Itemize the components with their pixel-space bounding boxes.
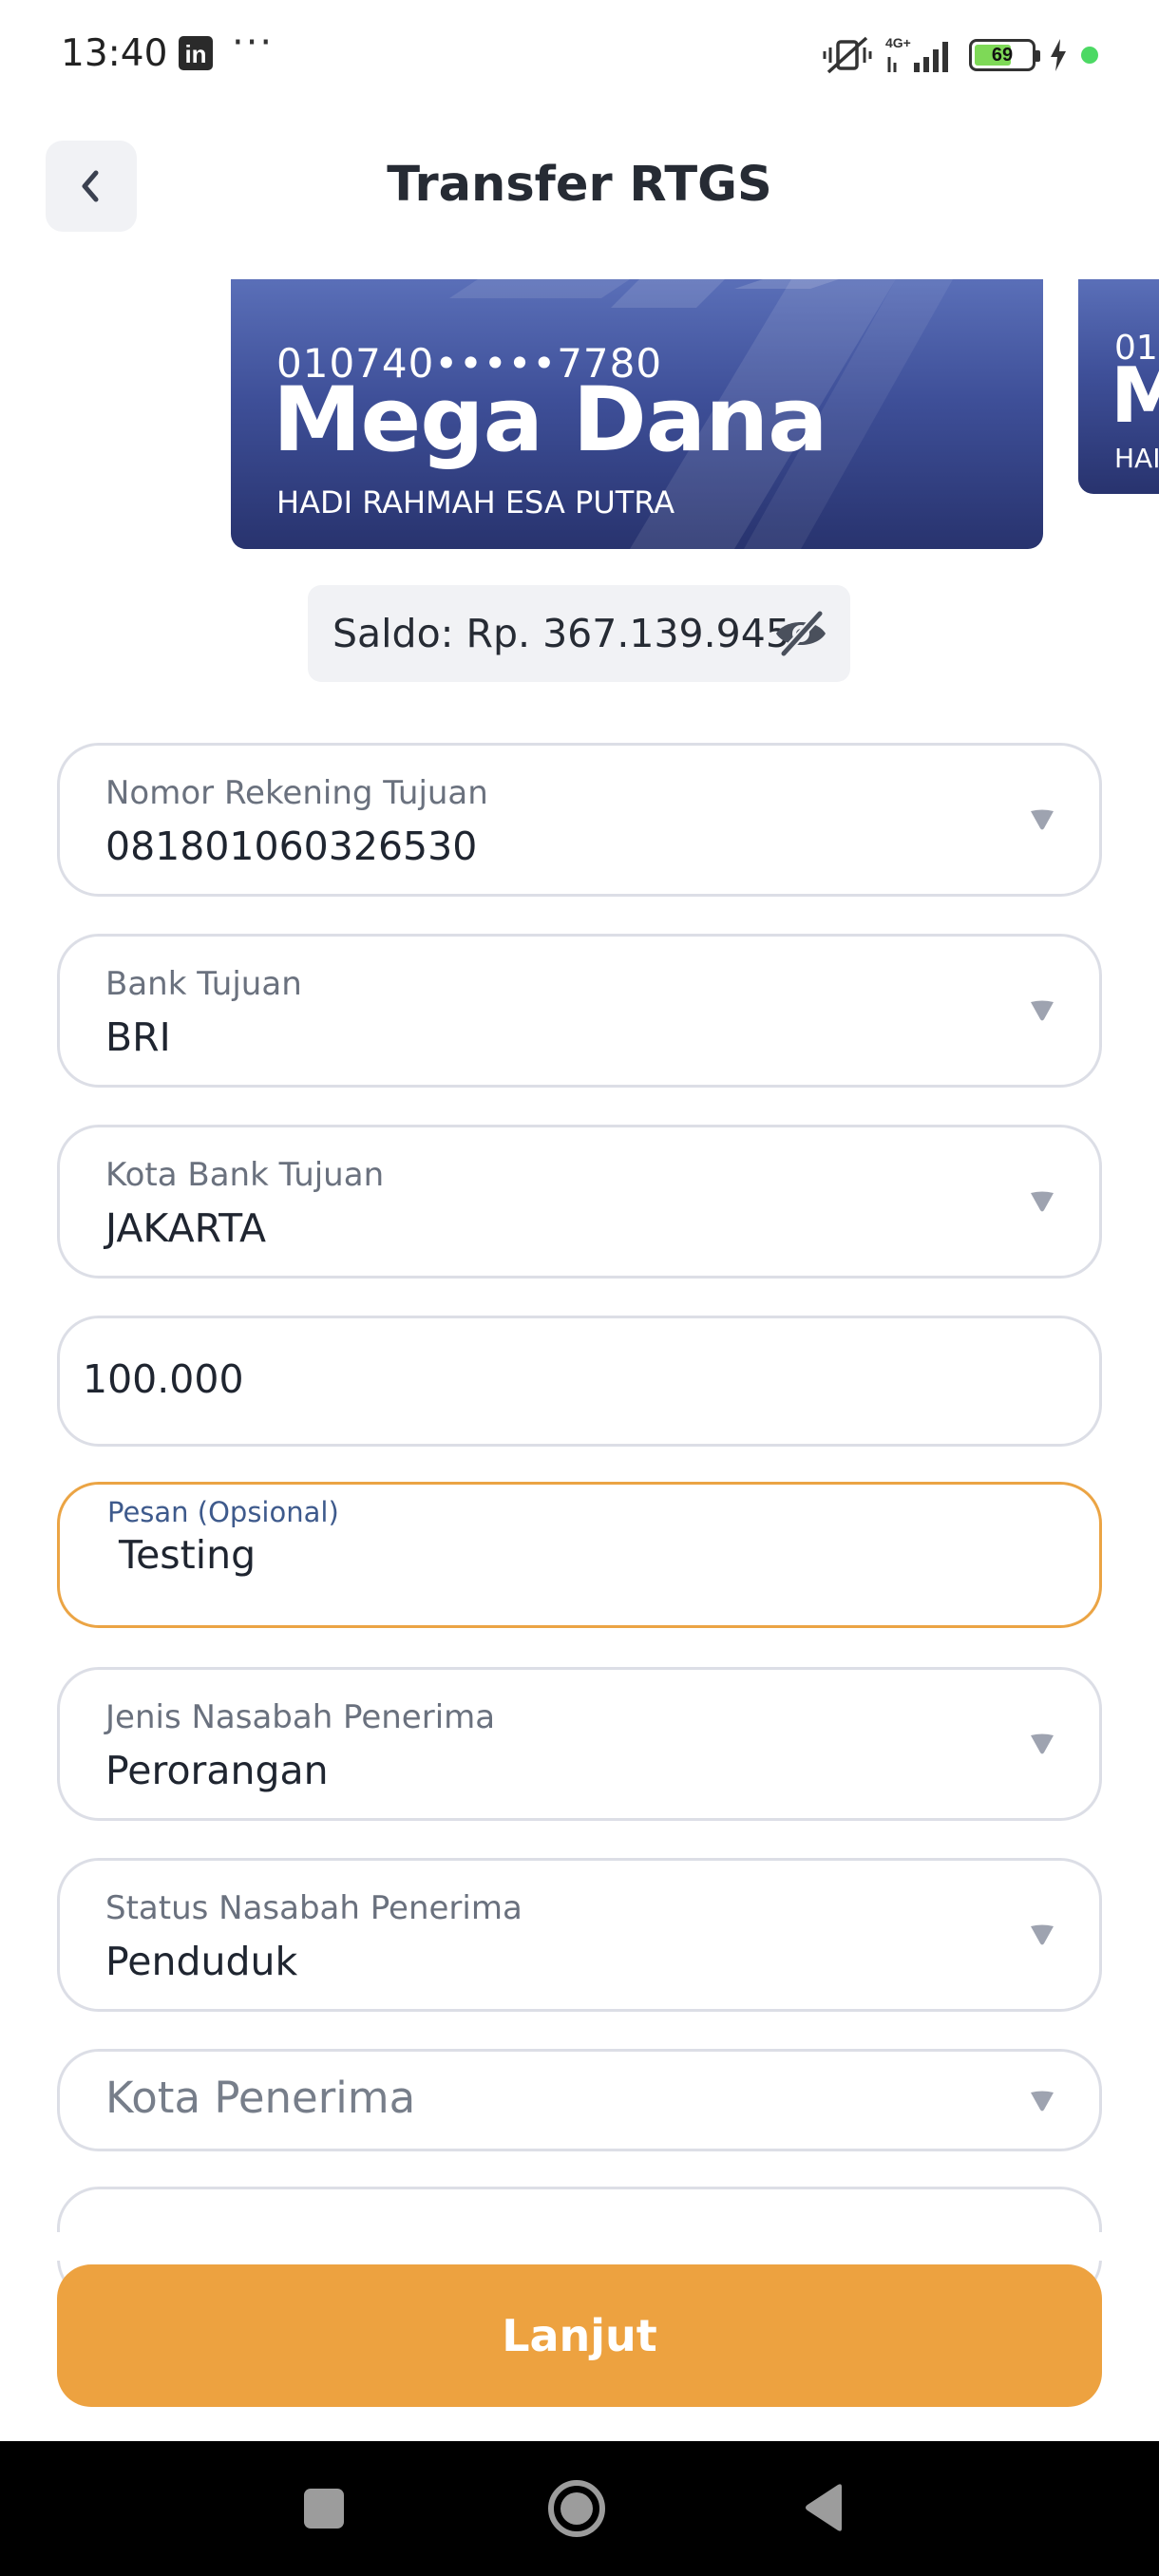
card-holder-name: HADI RAHMAH ESA PUTRA: [276, 484, 675, 521]
field-value: 081801060326530: [105, 824, 478, 869]
field-label: Kota Bank Tujuan: [105, 1156, 385, 1194]
caret-down-icon: [1031, 1924, 1054, 1945]
battery-percent: 69: [991, 45, 1014, 66]
amount-value: 100.000: [83, 1356, 244, 1402]
signal-icon: 4G+: [885, 35, 948, 72]
account-card[interactable]: 010740•••••7780 Mega Dana HADI RAHMAH ES…: [231, 279, 1043, 549]
status-bar: 13:40 in ··· 4G+ 69: [0, 0, 1159, 112]
caret-down-icon: [1031, 1733, 1054, 1754]
charging-icon: [1051, 39, 1066, 71]
caret-down-icon: [1031, 809, 1054, 830]
battery-icon: 69: [969, 39, 1040, 71]
field-label: Bank Tujuan: [105, 965, 302, 1003]
field-placeholder: Kota Penerima: [105, 2073, 416, 2123]
continue-button[interactable]: Lanjut: [57, 2264, 1102, 2407]
field-value: JAKARTA: [105, 1205, 267, 1251]
caret-down-icon: [1031, 1191, 1054, 1212]
card-product-name: M: [1111, 351, 1159, 440]
page-title: Transfer RTGS: [387, 157, 772, 213]
message-input[interactable]: Pesan (Opsional) Testing: [57, 1482, 1102, 1628]
field-label: Status Nasabah Penerima: [105, 1889, 522, 1927]
caret-down-icon: [1031, 1000, 1054, 1021]
bank-city-field[interactable]: Kota Bank Tujuan JAKARTA: [57, 1125, 1102, 1279]
card-product-name: Mega Dana: [273, 369, 828, 472]
customer-status-field[interactable]: Status Nasabah Penerima Penduduk: [57, 1858, 1102, 2012]
amount-input[interactable]: 100.000: [57, 1316, 1102, 1447]
account-card-next[interactable]: 010 M HAI: [1078, 279, 1159, 494]
status-dot: [1081, 47, 1098, 64]
back-triangle-icon[interactable]: [804, 2483, 846, 2532]
field-value: BRI: [105, 1014, 171, 1060]
balance-text: Saldo: Rp. 367.139.945: [332, 611, 790, 656]
status-time: 13:40: [61, 32, 168, 75]
field-label: Pesan (Opsional): [107, 1496, 339, 1528]
caret-down-icon: [1031, 2091, 1054, 2112]
recent-apps-icon[interactable]: [304, 2489, 344, 2529]
field-value: Perorangan: [105, 1748, 329, 1793]
destination-bank-field[interactable]: Bank Tujuan BRI: [57, 934, 1102, 1088]
eye-off-icon[interactable]: [772, 608, 829, 659]
mute-vibrate-icon: [823, 36, 872, 74]
more-notifications-icon: ···: [232, 21, 275, 65]
field-value: Penduduk: [105, 1939, 298, 1984]
field-value: Testing: [119, 1532, 256, 1578]
home-icon[interactable]: [547, 2479, 606, 2538]
card-holder-name: HAI: [1114, 443, 1159, 474]
field-label: Nomor Rekening Tujuan: [105, 774, 488, 812]
field-label: Jenis Nasabah Penerima: [105, 1698, 496, 1736]
network-type: 4G+: [885, 35, 911, 50]
account-number-field[interactable]: Nomor Rekening Tujuan 081801060326530: [57, 743, 1102, 897]
balance-box: Saldo: Rp. 367.139.945: [308, 585, 850, 682]
recipient-city-field[interactable]: Kota Penerima: [57, 2049, 1102, 2151]
linkedin-icon: in: [179, 36, 213, 70]
status-icons: 4G+ 69: [823, 34, 1098, 76]
scroll-edge: [0, 2232, 1159, 2261]
customer-type-field[interactable]: Jenis Nasabah Penerima Perorangan: [57, 1667, 1102, 1821]
system-nav-bar: [0, 2441, 1159, 2576]
